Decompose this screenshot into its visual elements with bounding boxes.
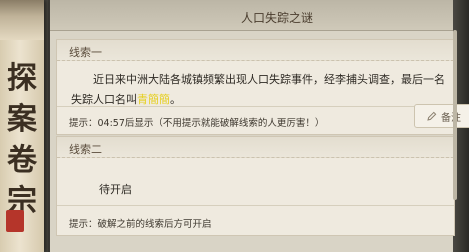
scroll-title-char: 案 — [7, 102, 37, 137]
scroll-title-char: 卷 — [7, 143, 37, 178]
clue-text-after: 。 — [170, 93, 181, 106]
clue-card-1: 线索一 近日来中洲大陆各城镇频繁出现人口失踪事件，经李捕头调查，最后一名失踪人口… — [56, 39, 469, 135]
scroll-cap — [0, 0, 44, 40]
clue-card-2: 线索二 待开启 提示：破解之前的线索后方可开启 — [56, 136, 455, 236]
panel-title-bar: 人口失踪之谜 — [50, 0, 453, 31]
clue-label: 线索一 — [69, 46, 102, 59]
clue-hint: 提示：04:57后显示（不用提示就能破解线索的人更厉害！） — [69, 118, 325, 129]
divider — [57, 205, 454, 206]
scroll-title: 探 案 卷 宗 — [2, 58, 42, 222]
divider — [57, 106, 454, 107]
clue-panel: 人口失踪之谜 线索一 近日来中洲大陆各城镇频繁出现人口失踪事件，经李捕头调查，最… — [50, 0, 469, 252]
missing-person-name: 青簡簡 — [137, 93, 170, 106]
scrollbar[interactable] — [453, 30, 457, 200]
pencil-icon — [427, 111, 437, 121]
case-file-scroll: 探 案 卷 宗 — [0, 0, 44, 252]
red-seal — [6, 210, 24, 232]
panel-title: 人口失踪之谜 — [240, 11, 313, 25]
clue-text-before: 近日来中洲大陆各城镇频繁出现人口失踪事件，经李捕头调查，最后一名失踪人口名叫 — [71, 73, 445, 106]
note-button-label: 备注 — [441, 112, 461, 124]
note-button[interactable]: 备注 — [414, 104, 469, 128]
clue-text: 近日来中洲大陆各城镇频繁出现人口失踪事件，经李捕头调查，最后一名失踪人口名叫青簡… — [71, 70, 447, 110]
scroll-title-char: 探 — [7, 61, 37, 96]
clue-label: 线索二 — [69, 143, 102, 156]
clue-card-header: 线索二 — [57, 137, 454, 158]
clue-status: 待开启 — [99, 183, 132, 196]
clue-card-header: 线索一 — [57, 40, 454, 61]
clue-hint: 提示：破解之前的线索后方可开启 — [69, 219, 212, 230]
